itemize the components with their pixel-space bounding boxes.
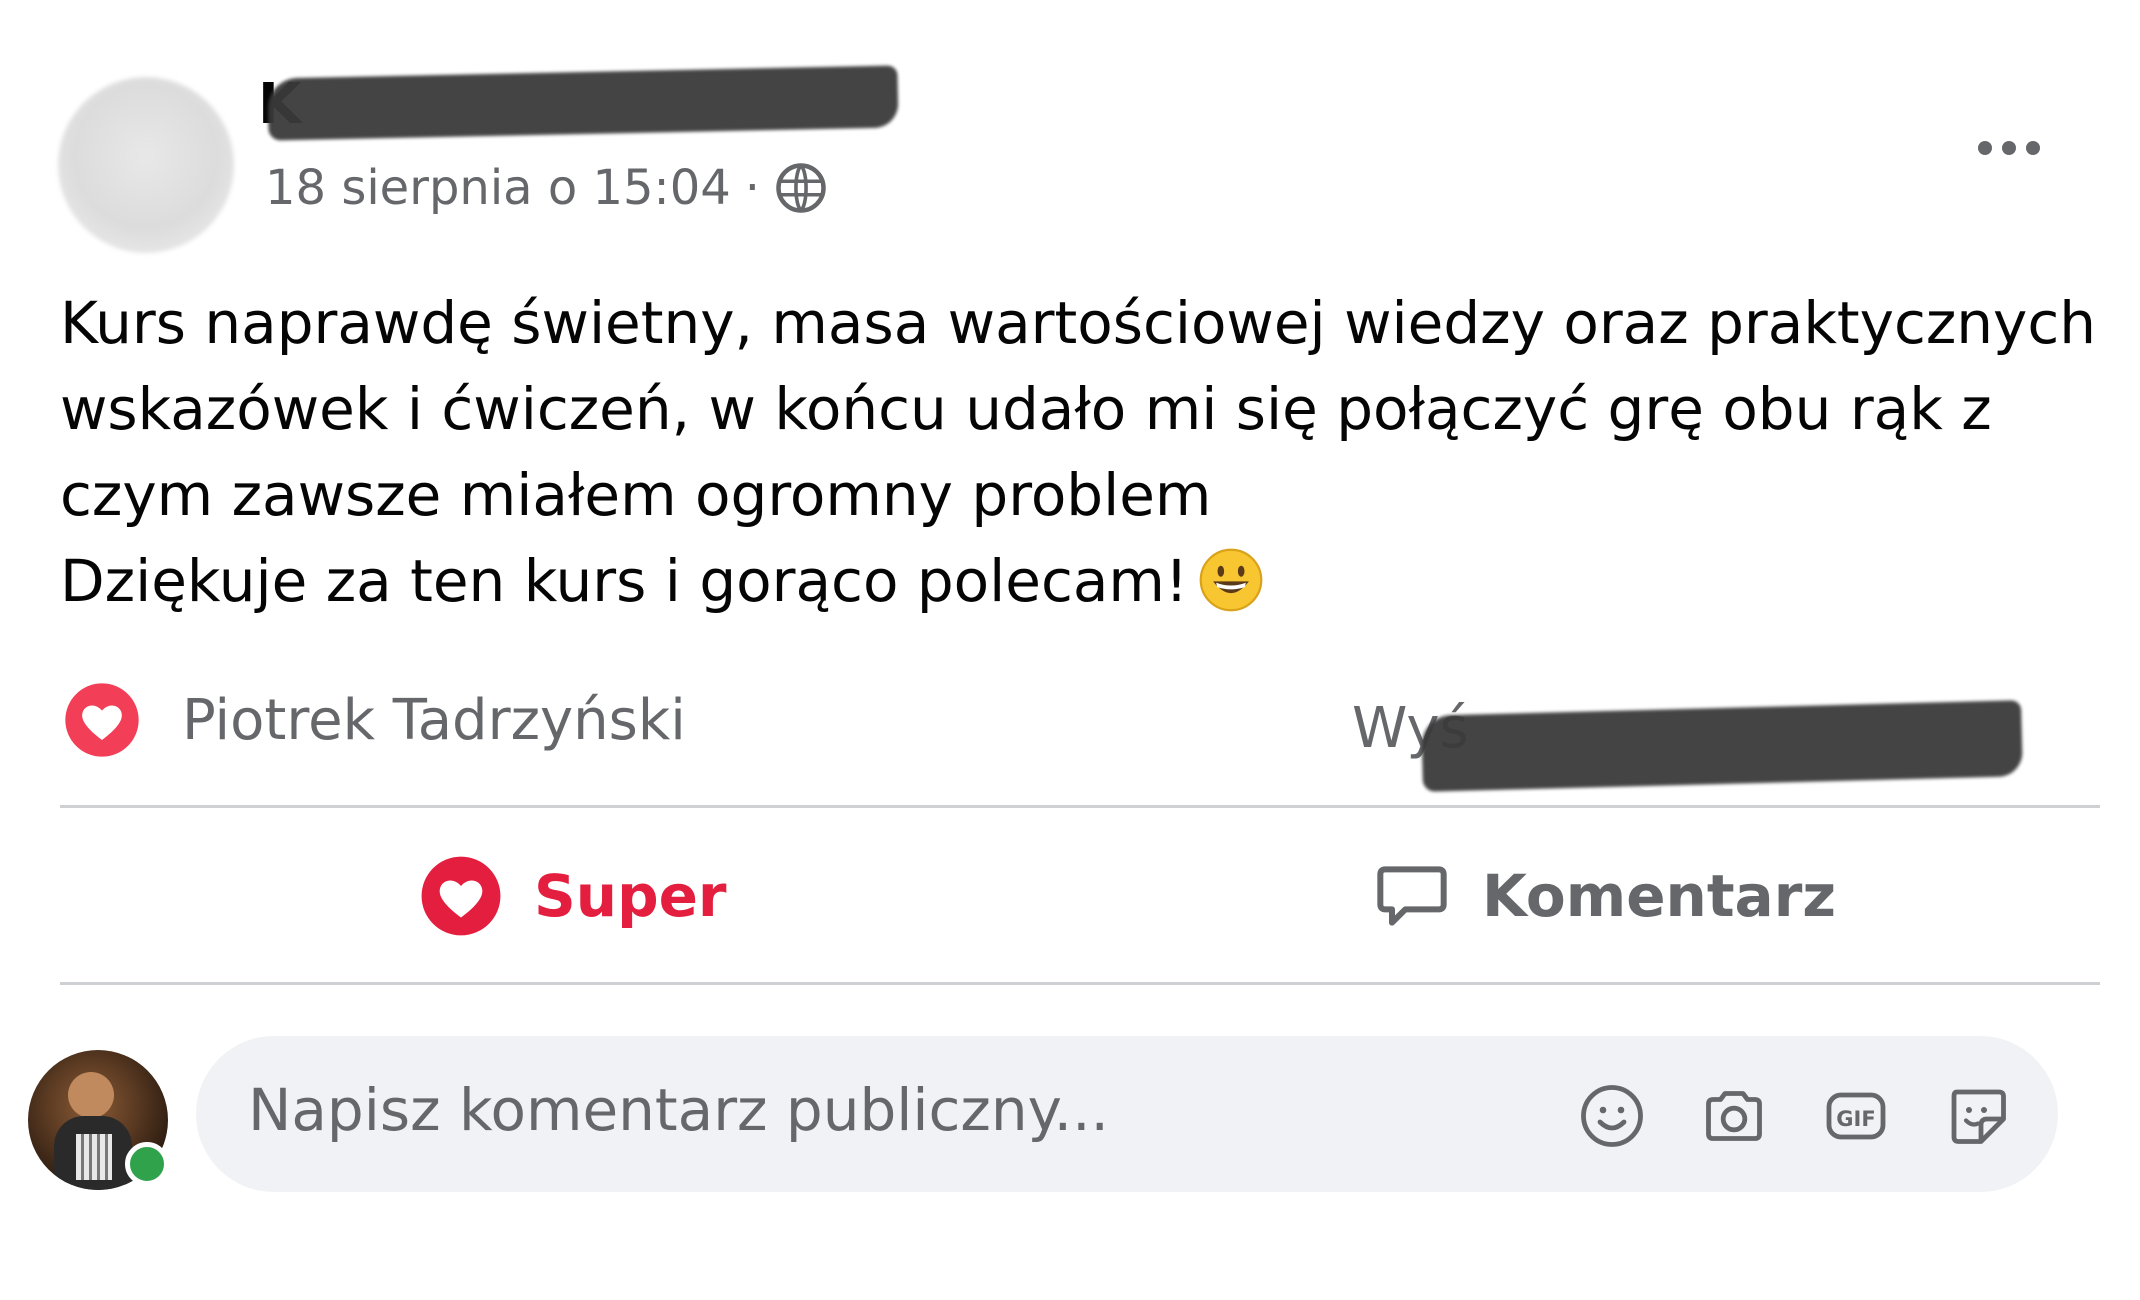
camera-icon[interactable] <box>1698 1080 1770 1152</box>
emoji-icon[interactable] <box>1576 1080 1648 1152</box>
meta-separator: · <box>744 160 761 216</box>
post-text: Kurs naprawdę świetny, masa wartościowej… <box>60 280 2100 624</box>
redaction-scribble <box>267 65 899 141</box>
post-text-line: czym zawsze miałem ogromny problem <box>60 461 1212 529</box>
post-date[interactable]: 18 sierpnia o 15:04 <box>265 160 731 216</box>
grinning-emoji-icon <box>1199 548 1263 612</box>
reactor-name[interactable]: Piotrek Tadrzyński <box>182 688 686 753</box>
post-text-line-4: Dziękuje za ten kurs i gorąco polecam! <box>60 547 1189 615</box>
globe-icon[interactable] <box>774 161 828 215</box>
heart-icon <box>421 856 501 936</box>
facebook-post: K 18 sierpnia o 15:04 · Kurs naprawdę św… <box>0 0 2140 1300</box>
post-text-line: wskazówek i ćwiczeń, w końcu udało mi si… <box>60 375 1992 443</box>
redaction-scribble <box>1421 700 2023 792</box>
comment-label: Komentarz <box>1482 862 1837 930</box>
more-options-button[interactable] <box>1964 118 2054 178</box>
more-icon <box>1978 141 1992 155</box>
comment-button[interactable]: Komentarz <box>1372 848 1836 944</box>
super-reaction-button[interactable]: Super <box>418 848 727 944</box>
love-reaction-icon <box>65 683 139 757</box>
sticker-icon[interactable] <box>1942 1080 2014 1152</box>
divider <box>60 982 2100 985</box>
svg-text:GIF: GIF <box>1836 1107 1875 1131</box>
post-text-line: Kurs naprawdę świetny, masa wartościowej… <box>60 289 2097 357</box>
gif-icon[interactable]: GIF <box>1820 1080 1892 1152</box>
post-text-line-last: Dziękuje za ten kurs i gorąco polecam! <box>60 538 2100 624</box>
online-status-dot <box>125 1142 169 1186</box>
comment-composer[interactable]: GIF <box>196 1036 2058 1192</box>
comment-icon <box>1377 866 1447 926</box>
author-avatar[interactable] <box>58 77 234 253</box>
divider <box>60 805 2100 808</box>
comment-input[interactable] <box>248 1076 1468 1144</box>
reactions-summary[interactable]: Piotrek Tadrzyński <box>62 680 686 760</box>
super-label: Super <box>534 862 727 930</box>
post-meta: 18 sierpnia o 15:04 · <box>265 160 828 216</box>
